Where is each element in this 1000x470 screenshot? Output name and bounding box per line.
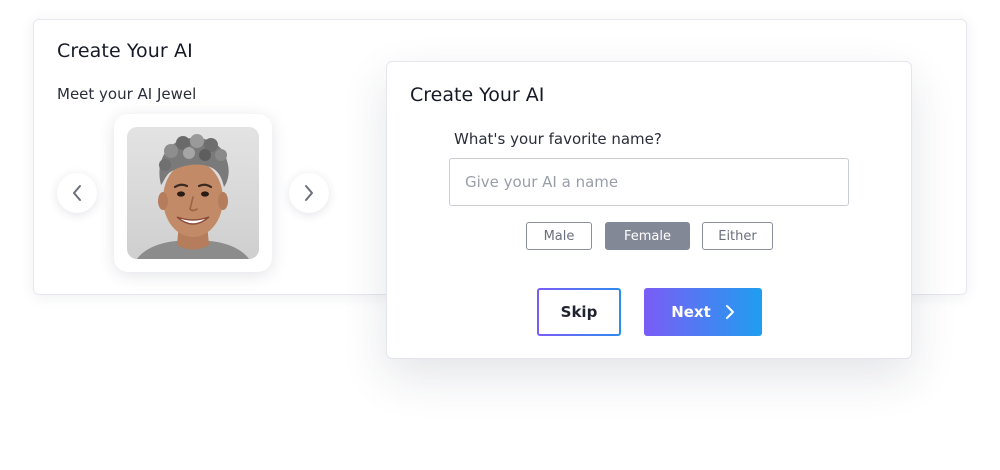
meet-ai-label: Meet your AI Jewel — [57, 85, 197, 103]
chevron-right-icon — [305, 185, 313, 201]
avatar-card — [114, 114, 272, 272]
gender-either-button[interactable]: Either — [702, 222, 773, 250]
avatar-image — [127, 127, 259, 259]
background-card-title: Create Your AI — [57, 40, 193, 62]
skip-button[interactable]: Skip — [537, 288, 621, 336]
next-button[interactable]: Next — [644, 288, 762, 336]
page: Create Your AI Meet your AI Jewel Create… — [0, 0, 1000, 470]
chevron-right-icon — [725, 305, 734, 319]
next-button-label: Next — [671, 303, 711, 321]
modal-title: Create Your AI — [410, 84, 545, 106]
create-ai-modal: Create Your AI What's your favorite name… — [386, 61, 912, 359]
gender-options: Male Female Either — [387, 222, 911, 250]
previous-avatar-button[interactable] — [57, 173, 97, 213]
gender-male-button[interactable]: Male — [526, 222, 592, 250]
favorite-name-question: What's your favorite name? — [454, 130, 662, 148]
next-avatar-button[interactable] — [289, 173, 329, 213]
ai-name-input[interactable] — [449, 158, 849, 206]
gender-female-button[interactable]: Female — [605, 222, 690, 250]
chevron-left-icon — [73, 185, 81, 201]
skip-button-label: Skip — [560, 303, 598, 321]
